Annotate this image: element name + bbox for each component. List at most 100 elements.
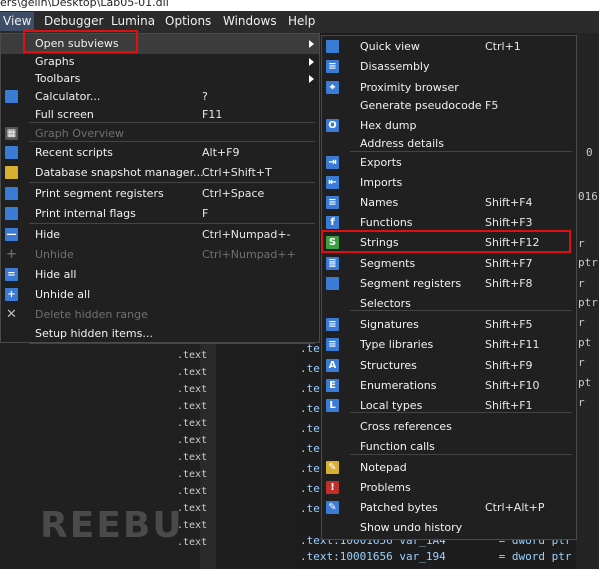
- subview-item-label: Show undo history: [360, 521, 463, 534]
- view-menu-item-8[interactable]: Print segment registers Ctrl+Space: [1, 184, 319, 204]
- subview-item-show-undo-history[interactable]: Show undo history: [322, 518, 576, 538]
- subview-item-signatures[interactable]: ≡ Signatures Shift+F5: [322, 315, 576, 335]
- subview-item-label: Notepad: [360, 461, 407, 474]
- subview-item-local-types[interactable]: L Local types Shift+F1: [322, 396, 576, 416]
- view-menu-item-label: Hide: [35, 228, 61, 241]
- subview-item-label: Cross references: [360, 420, 452, 433]
- menu-separator: [29, 343, 315, 344]
- view-menu-item-label: Recent scripts: [35, 146, 113, 159]
- subview-item-label: Generate pseudocode: [360, 99, 482, 112]
- subview-item-shortcut: Ctrl+Alt+P: [485, 501, 545, 514]
- functions-icon: f: [326, 216, 339, 229]
- subview-item-disassembly[interactable]: ≡ Disassembly: [322, 57, 576, 77]
- view-menu-item-shortcut: Ctrl+Shift+T: [202, 166, 272, 179]
- subview-item-segments[interactable]: ≣ Segments Shift+F7: [322, 254, 576, 274]
- subview-item-strings[interactable]: S Strings Shift+F12: [322, 233, 576, 253]
- bottom-code-line-2: .text:10001656 var_194 = dword ptr: [300, 550, 572, 563]
- subview-item-quick-view[interactable]: Quick view Ctrl+1: [322, 37, 576, 57]
- view-menu-item-7[interactable]: Database snapshot manager... Ctrl+Shift+T: [1, 163, 319, 183]
- strings-icon: S: [326, 236, 339, 249]
- subview-item-shortcut: Shift+F12: [485, 236, 540, 249]
- left-text-label: .text: [177, 469, 208, 480]
- view-menu-item-shortcut: F: [202, 207, 209, 220]
- view-menu-item-13[interactable]: + Unhide all: [1, 285, 319, 305]
- script-icon: [5, 146, 18, 159]
- subview-item-label: Exports: [360, 156, 402, 169]
- subview-item-functions[interactable]: f Functions Shift+F3: [322, 213, 576, 233]
- subview-item-structures[interactable]: A Structures Shift+F9: [322, 356, 576, 376]
- menu-lumina[interactable]: Lumina: [111, 14, 155, 28]
- menu-windows[interactable]: Windows: [223, 14, 277, 28]
- structures-icon: A: [326, 359, 339, 372]
- menu-separator: [350, 310, 572, 311]
- menu-separator: [350, 412, 572, 413]
- right-prefix-label: .te: [300, 482, 320, 495]
- right-strip-fragment: pt: [578, 336, 592, 349]
- right-prefix-label: .te: [300, 462, 320, 475]
- menu-help[interactable]: Help: [288, 14, 315, 28]
- subview-item-hex-dump[interactable]: O Hex dump: [322, 116, 576, 136]
- subview-item-label: Signatures: [360, 318, 419, 331]
- menu-options[interactable]: Options: [165, 14, 211, 28]
- right-strip-fragment: ptr: [578, 296, 598, 309]
- subview-item-exports[interactable]: ⇥ Exports: [322, 153, 576, 173]
- view-menu-item-label: Unhide: [35, 248, 74, 261]
- subview-item-proximity-browser[interactable]: ⌖ Proximity browser: [322, 78, 576, 98]
- view-menu-item-3[interactable]: Calculator...?: [1, 87, 319, 107]
- right-strip-fragment: r: [578, 356, 585, 369]
- subview-item-label: Disassembly: [360, 60, 430, 73]
- view-menu-item-label: Calculator...: [35, 90, 101, 103]
- subview-item-cross-references[interactable]: Cross references: [322, 417, 576, 437]
- menu-view[interactable]: View: [0, 12, 35, 31]
- quick-view-icon: [326, 40, 339, 53]
- menu-separator: [29, 223, 315, 224]
- segment-registers-icon: [5, 187, 18, 200]
- menu-debugger[interactable]: Debugger: [44, 14, 103, 28]
- subview-item-label: Local types: [360, 399, 423, 412]
- view-menu-item-2[interactable]: Toolbars: [1, 69, 319, 89]
- right-strip-fragment: 0: [586, 146, 593, 159]
- hide-all-icon: =: [5, 268, 18, 281]
- subview-item-shortcut: F5: [485, 99, 499, 112]
- right-prefix-label: .te: [300, 502, 320, 515]
- open-subviews-submenu: Quick view Ctrl+1 ≡ Disassembly ⌖ Proximity b…: [321, 35, 577, 540]
- proximity-icon: ⌖: [326, 81, 339, 94]
- left-text-label: .text: [177, 367, 208, 378]
- hex-dump-icon: O: [326, 119, 339, 132]
- right-strip-fragment: r: [578, 277, 585, 290]
- subview-item-segment-registers[interactable]: Segment registers Shift+F8: [322, 274, 576, 294]
- type-libraries-icon: ≡: [326, 338, 339, 351]
- subview-item-shortcut: Ctrl+1: [485, 40, 521, 53]
- view-menu-item-0[interactable]: Open subviews: [1, 34, 319, 54]
- subview-item-label: Patched bytes: [360, 501, 438, 514]
- view-menu-item-shortcut: Ctrl+Numpad+-: [202, 228, 291, 241]
- subview-item-enumerations[interactable]: E Enumerations Shift+F10: [322, 376, 576, 396]
- left-text-label: .text: [177, 435, 208, 446]
- imports-icon: ⇤: [326, 176, 339, 189]
- subview-item-label: Hex dump: [360, 119, 417, 132]
- subview-item-names[interactable]: ≡ Names Shift+F4: [322, 193, 576, 213]
- view-menu-item-label: Hide all: [35, 268, 77, 281]
- subview-item-type-libraries[interactable]: ≡ Type libraries Shift+F11: [322, 335, 576, 355]
- view-menu-item-10[interactable]: — Hide Ctrl+Numpad+-: [1, 225, 319, 245]
- local-types-icon: L: [326, 399, 339, 412]
- subview-item-label: Problems: [360, 481, 411, 494]
- segment-registers-icon: [326, 277, 339, 290]
- subview-item-generate-pseudocode[interactable]: Generate pseudocode F5: [322, 96, 576, 116]
- subview-item-problems[interactable]: ! Problems: [322, 478, 576, 498]
- subview-item-label: Segment registers: [360, 277, 462, 290]
- subview-item-shortcut: Shift+F3: [485, 216, 533, 229]
- view-menu-item-9[interactable]: Print internal flags F: [1, 204, 319, 224]
- disassembly-icon: ≡: [326, 60, 339, 73]
- subview-item-selectors[interactable]: Selectors: [322, 294, 576, 314]
- subview-item-label: Functions: [360, 216, 413, 229]
- view-menu-item-12[interactable]: = Hide all: [1, 265, 319, 285]
- signatures-icon: ≡: [326, 318, 339, 331]
- subview-item-imports[interactable]: ⇤ Imports: [322, 173, 576, 193]
- view-menu-item-15[interactable]: Setup hidden items...: [1, 324, 319, 344]
- view-menu-item-6[interactable]: Recent scripts Alt+F9: [1, 143, 319, 163]
- unhide-all-icon: +: [5, 288, 18, 301]
- subview-item-notepad[interactable]: ✎ Notepad: [322, 458, 576, 478]
- left-text-label: .text: [177, 486, 208, 497]
- subview-item-patched-bytes[interactable]: ✎ Patched bytes Ctrl+Alt+P: [322, 498, 576, 518]
